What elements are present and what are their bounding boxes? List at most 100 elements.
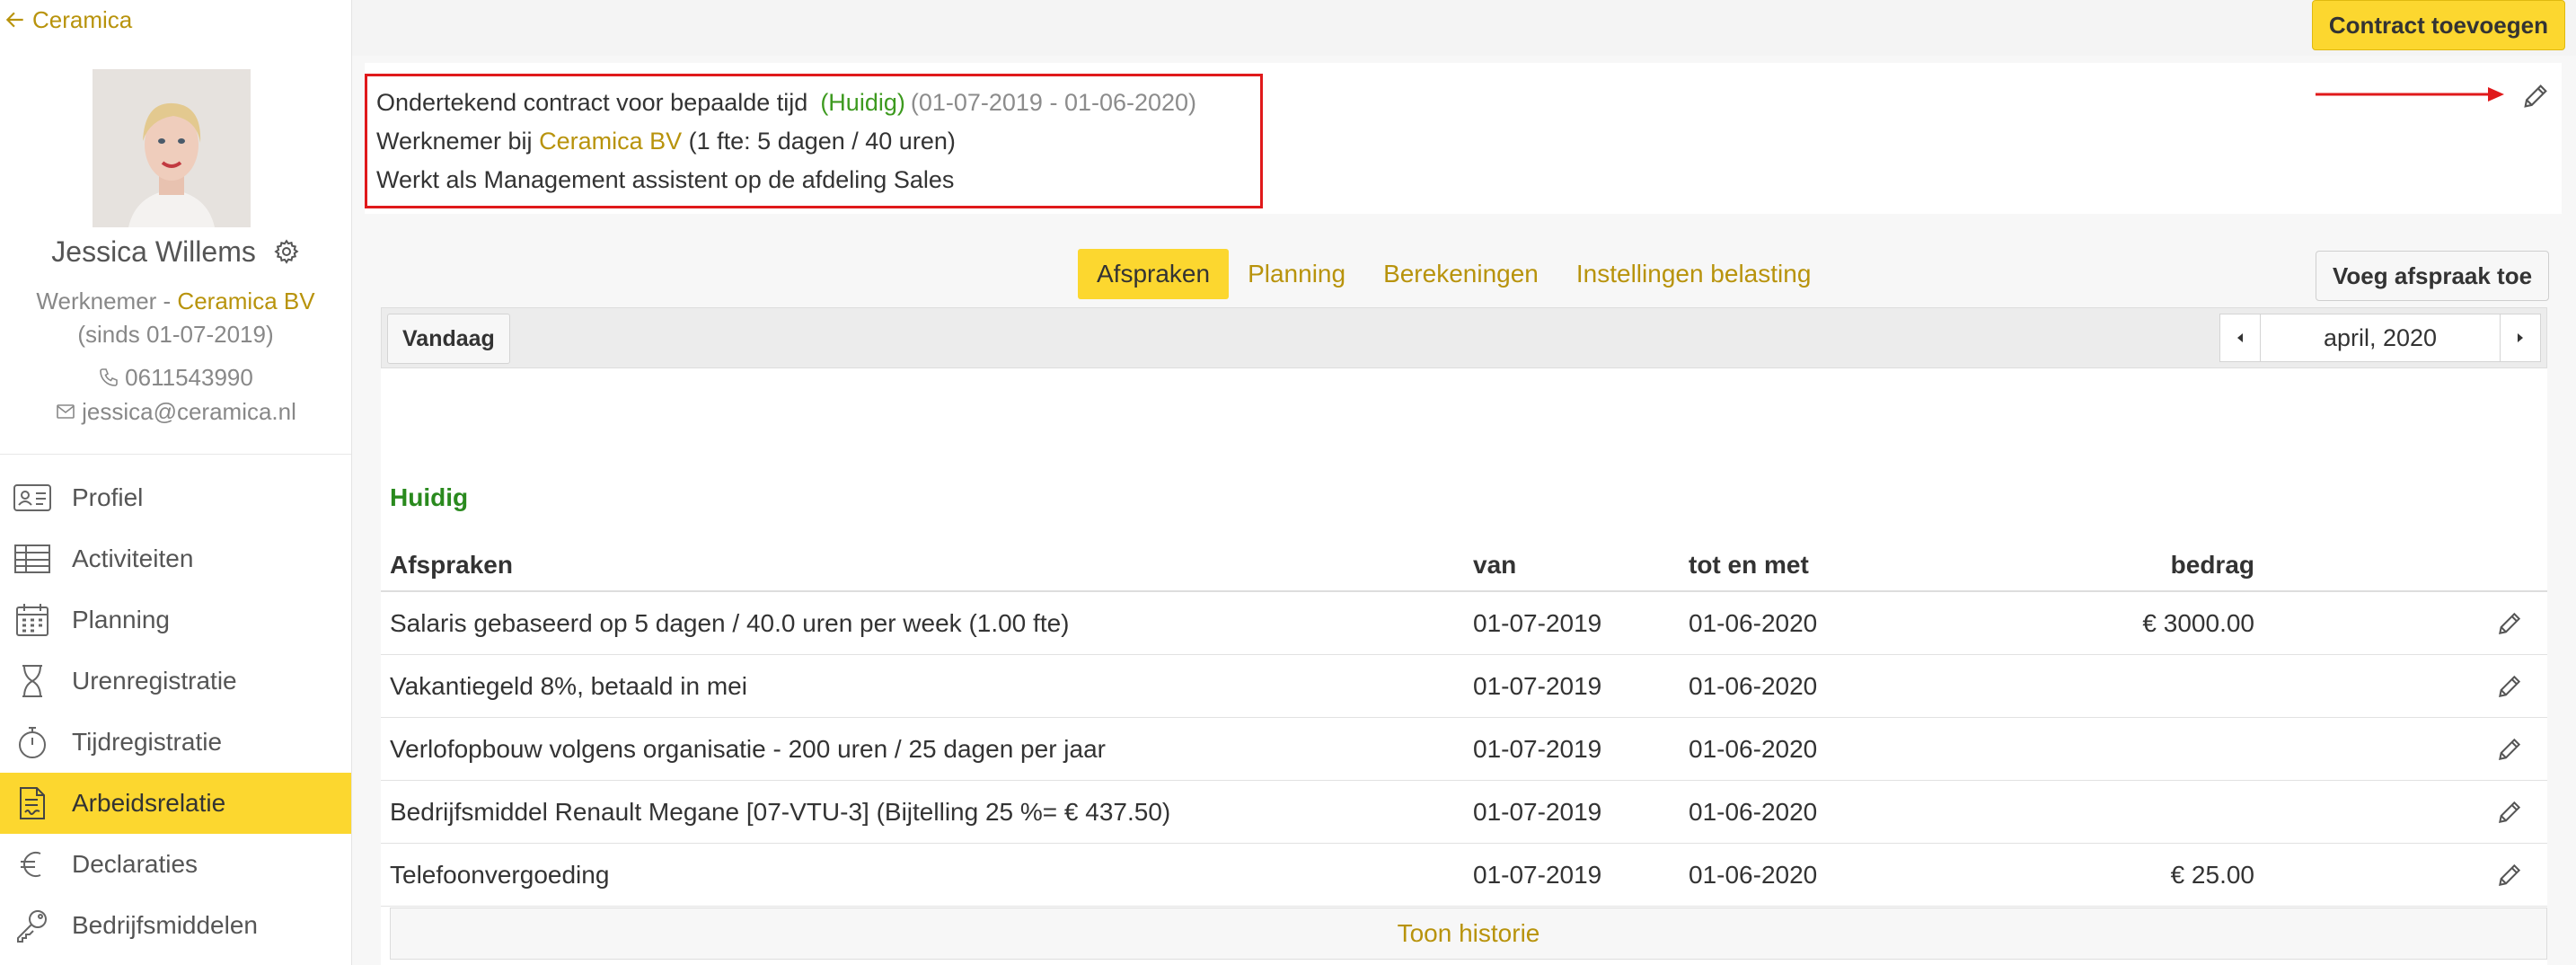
row-edit-button[interactable] [2492,592,2527,654]
profile-role-separator: - [156,288,178,314]
tab-afspraken[interactable]: Afspraken [1078,249,1230,299]
pencil-icon [2499,675,2521,697]
row-amount [2039,781,2254,843]
contract-panel: Ondertekend contract voor bepaalde tijd (… [365,63,2562,214]
table-icon [14,544,50,573]
previous-month-button[interactable] [2219,314,2261,362]
sidebar-item-declaraties[interactable]: Declaraties [0,834,351,895]
pencil-icon [2499,612,2521,634]
table-row: Telefoonvergoeding 01-07-2019 01-06-2020… [381,844,2547,907]
sidebar-item-urenregistratie[interactable]: Urenregistratie [0,651,351,712]
row-to: 01-06-2020 [1689,671,1818,700]
row-to: 01-06-2020 [1689,797,1818,826]
red-arrow-annotation [2316,87,2504,102]
caret-left-icon [2237,333,2243,342]
profile-name-row: Jessica Willems [0,235,351,269]
sidebar-item-label: Declaraties [72,850,198,878]
month-label[interactable]: april, 2020 [2261,314,2500,362]
agreements-table: Afspraken van tot en met bedrag Salaris … [381,539,2547,907]
next-month-button[interactable] [2500,314,2541,362]
phone-icon [100,368,118,386]
header-amount: bedrag [2170,550,2254,579]
sidebar-item-label: Tijdregistratie [72,728,223,756]
profile-email[interactable]: jessica@ceramica.nl [82,398,296,425]
main-content: Ondertekend contract voor bepaalde tijd (… [352,56,2576,965]
sidebar-item-bedrijfsmiddelen[interactable]: Bedrijfsmiddelen [0,895,351,956]
contract-title: Ondertekend contract voor bepaalde tijd [376,89,808,116]
profile-company-link[interactable]: Ceramica BV [177,288,314,314]
back-link-label: Ceramica [32,5,133,33]
row-from: 01-07-2019 [1473,860,1602,889]
row-from: 01-07-2019 [1473,734,1602,763]
avatar-portrait [93,69,251,227]
row-amount [2039,718,2254,780]
sidebar-item-arbeidsrelatie[interactable]: Arbeidsrelatie [0,773,351,834]
row-description: Telefoonvergoeding [390,860,610,889]
sidebar-item-planning[interactable]: Planning [0,589,351,651]
profile-name: Jessica Willems [51,235,256,268]
row-edit-button[interactable] [2492,655,2527,717]
arrow-left-icon [5,12,23,28]
show-history-button[interactable]: Toon historie [390,907,2547,960]
stopwatch-icon [19,727,46,758]
profile-role: Werknemer - Ceramica BV [0,288,351,315]
agreements-content: Huidig Afspraken van tot en met bedrag S… [381,368,2547,965]
table-row: Vakantiegeld 8%, betaald in mei 01-07-20… [381,655,2547,718]
employer-prefix: Werknemer bij [376,128,533,155]
contract-summary-highlight: Ondertekend contract voor bepaalde tijd (… [365,74,1263,208]
contract-role-line: Werkt als Management assistent op de afd… [376,166,955,193]
table-row: Bedrijfsmiddel Renault Megane [07-VTU-3]… [381,781,2547,844]
row-description: Verlofopbouw volgens organisatie - 200 u… [390,734,1106,763]
sidebar-item-label: Planning [72,606,170,633]
sidebar-item-activiteiten[interactable]: Activiteiten [0,528,351,589]
header-from: van [1473,550,1517,579]
sidebar-item-label: Urenregistratie [72,667,237,695]
row-edit-button[interactable] [2492,718,2527,780]
row-to: 01-06-2020 [1689,734,1818,763]
profile-email-row: jessica@ceramica.nl [0,398,351,426]
caret-right-icon [2518,333,2523,342]
profile-role-label: Werknemer [36,288,157,314]
top-bar: Contract toevoegen [352,0,2576,56]
row-description: Vakantiegeld 8%, betaald in mei [390,671,747,700]
sidebar-divider [0,454,351,455]
contract-document-icon [20,787,45,819]
sidebar-item-profiel[interactable]: Profiel [0,467,351,528]
row-edit-button[interactable] [2492,781,2527,843]
key-icon [17,910,47,943]
tab-instellingen-belasting[interactable]: Instellingen belasting [1557,249,1831,299]
pencil-icon [2499,801,2521,823]
profile-since: (sinds 01-07-2019) [77,321,274,348]
gear-icon[interactable] [273,238,300,265]
tab-planning[interactable]: Planning [1229,249,1364,299]
calendar-icon [16,604,49,636]
pencil-icon [2499,738,2521,760]
section-title: Huidig [390,483,469,511]
contract-date-range: (01-07-2019 - 01-06-2020) [910,89,1197,116]
row-amount [2039,655,2254,717]
sidebar-item-label: Profiel [72,483,144,511]
row-description: Salaris gebaseerd op 5 dagen / 40.0 uren… [390,608,1070,637]
contract-title-line: Ondertekend contract voor bepaalde tijd (… [376,89,1196,117]
employer-company-link[interactable]: Ceramica BV [539,128,682,155]
sidebar: Ceramica Jessica Willems Werknemer - Cer… [0,0,352,965]
row-edit-button[interactable] [2492,844,2527,906]
envelope-icon [57,404,75,419]
contract-tabs: Afspraken Planning Berekeningen Instelli… [1078,249,1830,299]
tab-berekeningen[interactable]: Berekeningen [1364,249,1557,299]
contract-status: (Huidig) [820,89,905,116]
pencil-icon [2499,863,2521,886]
id-card-icon [13,484,51,511]
today-button[interactable]: Vandaag [387,314,510,364]
add-contract-button[interactable]: Contract toevoegen [2311,0,2565,50]
edit-contract-pencil-icon[interactable] [2520,81,2551,111]
row-from: 01-07-2019 [1473,608,1602,637]
euro-icon [21,852,41,877]
sidebar-item-tijdregistratie[interactable]: Tijdregistratie [0,712,351,773]
table-header: Afspraken van tot en met bedrag [381,539,2547,592]
add-agreement-button[interactable]: Voeg afspraak toe [2316,251,2550,301]
row-from: 01-07-2019 [1473,671,1602,700]
profile-phone[interactable]: 0611543990 [125,364,253,391]
row-amount: € 25.00 [2170,860,2254,889]
back-link[interactable]: Ceramica [4,4,132,36]
